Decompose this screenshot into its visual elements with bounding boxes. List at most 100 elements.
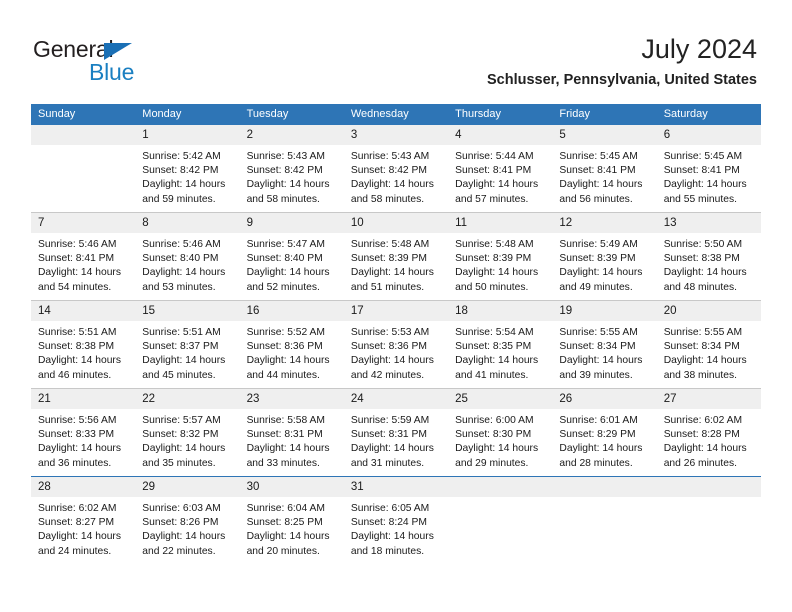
logo-text-blue: Blue	[89, 59, 135, 85]
day-cell[interactable]: Sunrise: 5:51 AM Sunset: 8:38 PM Dayligh…	[31, 321, 135, 388]
day-cell[interactable]: Sunrise: 6:01 AM Sunset: 8:29 PM Dayligh…	[552, 409, 656, 476]
sunset-text: Sunset: 8:41 PM	[559, 165, 636, 177]
day-cell[interactable]: Sunrise: 6:02 AM Sunset: 8:28 PM Dayligh…	[657, 409, 761, 476]
weekday-header-thursday: Thursday	[455, 108, 501, 120]
sunrise-text: Sunrise: 5:43 AM	[246, 151, 325, 162]
day-number[interactable]: 23	[240, 389, 344, 409]
day-number[interactable]: 8	[135, 213, 239, 233]
day-number[interactable]: 11	[448, 213, 552, 233]
day-cell[interactable]: Sunrise: 5:55 AM Sunset: 8:34 PM Dayligh…	[552, 321, 656, 388]
day-number[interactable]: 18	[448, 301, 552, 321]
day-number[interactable]: 9	[240, 213, 344, 233]
day-cell[interactable]	[448, 497, 552, 564]
sunset-text: Sunset: 8:24 PM	[350, 517, 427, 529]
sunrise-text: Sunrise: 6:01 AM	[559, 415, 638, 426]
day-number[interactable]: 5	[552, 125, 656, 145]
day-number[interactable]: 28	[31, 477, 135, 497]
sunset-text: Sunset: 8:27 PM	[38, 517, 115, 529]
week-content-row: Sunrise: 6:02 AM Sunset: 8:27 PM Dayligh…	[31, 497, 761, 564]
day-cell[interactable]: Sunrise: 5:51 AM Sunset: 8:37 PM Dayligh…	[135, 321, 239, 388]
day-number[interactable]: 16	[240, 301, 344, 321]
day-number[interactable]: 24	[344, 389, 448, 409]
day-number[interactable]: 30	[240, 477, 344, 497]
day-cell[interactable]: Sunrise: 5:49 AM Sunset: 8:39 PM Dayligh…	[552, 233, 656, 300]
day-cell[interactable]: Sunrise: 5:58 AM Sunset: 8:31 PM Dayligh…	[240, 409, 344, 476]
day-cell[interactable]: Sunrise: 5:52 AM Sunset: 8:36 PM Dayligh…	[240, 321, 344, 388]
day-cell[interactable]: Sunrise: 5:57 AM Sunset: 8:32 PM Dayligh…	[135, 409, 239, 476]
day-cell[interactable]: Sunrise: 6:03 AM Sunset: 8:26 PM Dayligh…	[135, 497, 239, 564]
day-number[interactable]: 26	[552, 389, 656, 409]
day-cell[interactable]: Sunrise: 6:04 AM Sunset: 8:25 PM Dayligh…	[240, 497, 344, 564]
day-number[interactable]: 13	[657, 213, 761, 233]
day-cell[interactable]: Sunrise: 5:44 AM Sunset: 8:41 PM Dayligh…	[448, 145, 552, 212]
day-cell[interactable]: Sunrise: 5:55 AM Sunset: 8:34 PM Dayligh…	[657, 321, 761, 388]
day-cell[interactable]: Sunrise: 5:45 AM Sunset: 8:41 PM Dayligh…	[552, 145, 656, 212]
weekday-header-row: Sunday Monday Tuesday Wednesday Thursday…	[31, 104, 761, 125]
day-number[interactable]: 21	[31, 389, 135, 409]
daylight-text-cont: and 18 minutes.	[350, 545, 425, 557]
week-row: 7 8 9 10 11 12 13 Sunrise: 5:46 AM Sunse…	[31, 212, 761, 300]
sunrise-text: Sunrise: 5:43 AM	[350, 151, 430, 162]
sunset-text: Sunset: 8:41 PM	[663, 165, 740, 177]
day-number[interactable]: 7	[31, 213, 135, 233]
day-number[interactable]: 2	[240, 125, 344, 145]
day-number[interactable]: 27	[657, 389, 761, 409]
day-number[interactable]: 3	[344, 125, 448, 145]
day-number[interactable]: 29	[135, 477, 239, 497]
day-number[interactable]: 25	[448, 389, 552, 409]
day-number[interactable]: 4	[448, 125, 552, 145]
daylight-text-cont: and 20 minutes.	[246, 545, 320, 557]
sunrise-text: Sunrise: 5:54 AM	[455, 327, 534, 338]
day-number[interactable]: 31	[344, 477, 448, 497]
day-cell[interactable]: Sunrise: 5:53 AM Sunset: 8:36 PM Dayligh…	[344, 321, 448, 388]
sunset-text: Sunset: 8:38 PM	[38, 341, 115, 353]
week-daynumber-band: 21 22 23 24 25 26 27	[31, 389, 761, 409]
day-number[interactable]: 19	[552, 301, 656, 321]
day-number[interactable]: 6	[657, 125, 761, 145]
daylight-text: Daylight: 14 hours	[38, 443, 121, 455]
day-cell[interactable]: Sunrise: 5:59 AM Sunset: 8:31 PM Dayligh…	[344, 409, 448, 476]
sunset-text: Sunset: 8:34 PM	[559, 341, 636, 353]
daylight-text-cont: and 44 minutes.	[246, 369, 320, 381]
day-number[interactable]: 22	[135, 389, 239, 409]
day-cell[interactable]: Sunrise: 5:56 AM Sunset: 8:33 PM Dayligh…	[31, 409, 135, 476]
general-blue-logo[interactable]: General Blue	[33, 36, 263, 92]
day-cell[interactable]	[31, 145, 135, 212]
day-cell[interactable]: Sunrise: 5:45 AM Sunset: 8:41 PM Dayligh…	[657, 145, 761, 212]
day-number[interactable]	[448, 477, 552, 497]
day-number[interactable]: 14	[31, 301, 135, 321]
day-cell[interactable]: Sunrise: 5:50 AM Sunset: 8:38 PM Dayligh…	[657, 233, 761, 300]
day-cell[interactable]: Sunrise: 5:43 AM Sunset: 8:42 PM Dayligh…	[344, 145, 448, 212]
daylight-text-cont: and 54 minutes.	[38, 281, 112, 293]
day-cell[interactable]: Sunrise: 5:47 AM Sunset: 8:40 PM Dayligh…	[240, 233, 344, 300]
day-number[interactable]	[31, 125, 135, 145]
page-header: General Blue July 2024 Schlusser, Pennsy…	[0, 0, 792, 100]
day-number[interactable]: 1	[135, 125, 239, 145]
day-cell[interactable]: Sunrise: 5:46 AM Sunset: 8:41 PM Dayligh…	[31, 233, 135, 300]
day-number[interactable]: 15	[135, 301, 239, 321]
day-cell[interactable]: Sunrise: 5:46 AM Sunset: 8:40 PM Dayligh…	[135, 233, 239, 300]
sunrise-text: Sunrise: 6:03 AM	[142, 503, 221, 514]
day-number[interactable]: 20	[657, 301, 761, 321]
day-cell[interactable]: Sunrise: 5:43 AM Sunset: 8:42 PM Dayligh…	[240, 145, 344, 212]
day-number[interactable]: 10	[344, 213, 448, 233]
day-cell[interactable]: Sunrise: 5:54 AM Sunset: 8:35 PM Dayligh…	[448, 321, 552, 388]
day-cell[interactable]	[657, 497, 761, 564]
day-cell[interactable]: Sunrise: 6:00 AM Sunset: 8:30 PM Dayligh…	[448, 409, 552, 476]
day-cell[interactable]: Sunrise: 6:02 AM Sunset: 8:27 PM Dayligh…	[31, 497, 135, 564]
day-cell[interactable]	[552, 497, 656, 564]
sunrise-text: Sunrise: 5:58 AM	[246, 415, 325, 426]
day-number[interactable]: 17	[344, 301, 448, 321]
sunset-text: Sunset: 8:36 PM	[350, 341, 427, 353]
daylight-text: Daylight: 14 hours	[350, 355, 434, 367]
day-cell[interactable]: Sunrise: 5:42 AM Sunset: 8:42 PM Dayligh…	[135, 145, 239, 212]
day-cell[interactable]: Sunrise: 6:05 AM Sunset: 8:24 PM Dayligh…	[344, 497, 448, 564]
day-cell[interactable]: Sunrise: 5:48 AM Sunset: 8:39 PM Dayligh…	[344, 233, 448, 300]
day-number[interactable]	[552, 477, 656, 497]
day-number[interactable]: 12	[552, 213, 656, 233]
day-cell[interactable]: Sunrise: 5:48 AM Sunset: 8:39 PM Dayligh…	[448, 233, 552, 300]
sunset-text: Sunset: 8:40 PM	[142, 253, 219, 265]
day-number[interactable]	[657, 477, 761, 497]
sunrise-text: Sunrise: 5:46 AM	[38, 239, 117, 250]
daylight-text-cont: and 41 minutes.	[455, 369, 529, 381]
